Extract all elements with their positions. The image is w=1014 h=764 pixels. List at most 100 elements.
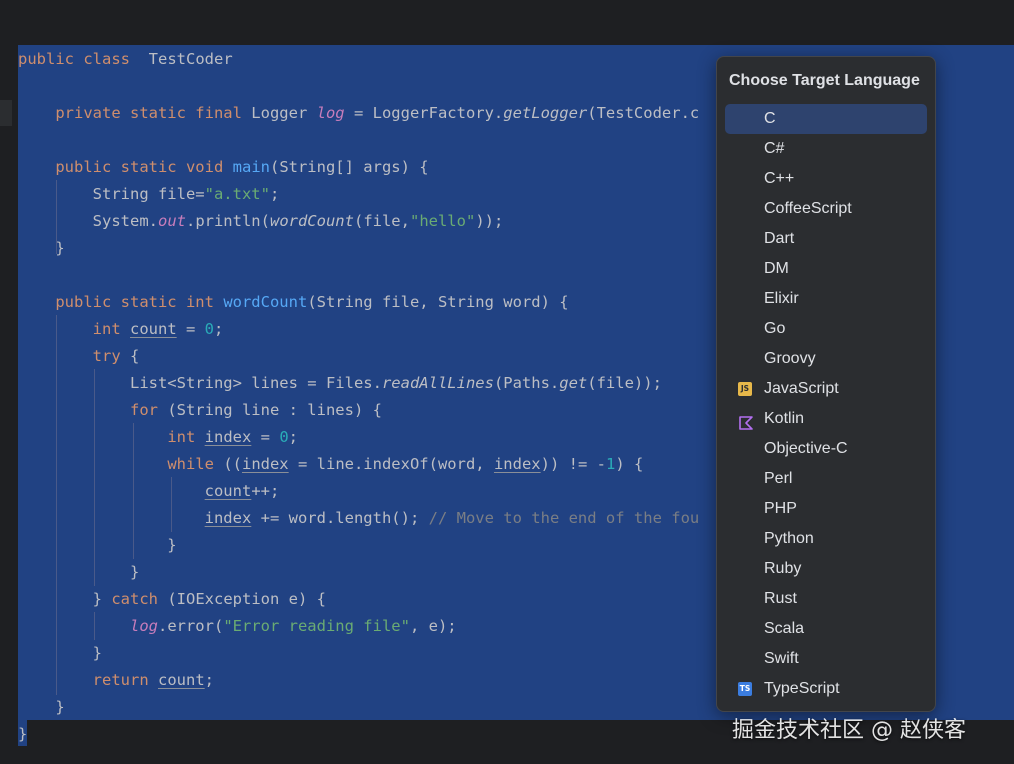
code-token: "Error reading file" — [223, 617, 410, 635]
code-token: } — [18, 590, 112, 608]
language-option-swift[interactable]: Swift — [725, 644, 927, 674]
javascript-icon: JS — [738, 382, 752, 396]
language-option-scala[interactable]: Scala — [725, 614, 927, 644]
code-token: ) { — [615, 455, 644, 473]
code-token: } — [18, 239, 65, 257]
code-token: index — [204, 509, 252, 527]
popup-title: Choose Target Language — [729, 72, 920, 89]
code-line[interactable]: } catch (IOException e) { — [18, 586, 699, 613]
language-option-go[interactable]: Go — [725, 314, 927, 344]
language-option-label: Rust — [764, 590, 797, 607]
code-token: String file= — [18, 185, 205, 203]
code-line[interactable]: } — [18, 640, 699, 667]
code-line[interactable]: public static int wordCount(String file,… — [18, 289, 699, 316]
code-token: .error( — [157, 617, 224, 635]
code-line[interactable] — [18, 262, 699, 289]
language-option-groovy[interactable]: Groovy — [725, 344, 927, 374]
language-option-c[interactable]: C++ — [725, 164, 927, 194]
code-line[interactable]: } — [18, 532, 699, 559]
language-option-c[interactable]: C — [725, 104, 927, 134]
language-option-dm[interactable]: DM — [725, 254, 927, 284]
code-line[interactable]: List<String> lines = Files.readAllLines(… — [18, 370, 699, 397]
language-option-objective-c[interactable]: Objective-C — [725, 434, 927, 464]
code-token: = LoggerFactory. — [344, 104, 504, 122]
code-token: int — [92, 320, 121, 338]
code-token: main — [232, 158, 270, 176]
gutter-current-line-marker — [0, 100, 12, 126]
language-option-c[interactable]: C# — [725, 134, 927, 164]
code-token: index — [493, 455, 541, 473]
language-option-kotlin[interactable]: Kotlin — [725, 404, 927, 434]
code-line[interactable]: public static void main(String[] args) { — [18, 154, 699, 181]
code-line[interactable]: } — [18, 721, 699, 748]
code-line[interactable]: index += word.length(); // Move to the e… — [18, 505, 700, 532]
code-token: wordCount — [269, 212, 354, 230]
code-line[interactable]: int index = 0; — [18, 424, 699, 451]
code-line[interactable]: } — [18, 694, 699, 721]
code-token: = line.indexOf(word, — [288, 455, 494, 473]
language-option-label: Scala — [764, 620, 805, 637]
code-token: // Move to the end of the fou — [428, 509, 700, 527]
language-option-javascript[interactable]: JS JavaScript — [725, 374, 927, 404]
code-line[interactable]: public class TestCoder — [18, 46, 699, 73]
choose-target-language-popup: Choose Target Language C C# C++ CoffeeScrip… — [716, 56, 936, 712]
code-line[interactable]: log.error("Error reading file", e); — [18, 613, 699, 640]
code-token: log — [316, 104, 345, 122]
language-option-python[interactable]: Python — [725, 524, 927, 554]
code-line[interactable]: int count = 0; — [18, 316, 699, 343]
code-token: getLogger — [503, 104, 588, 122]
language-option-ruby[interactable]: Ruby — [725, 554, 927, 584]
code-line[interactable]: System.out.println(wordCount(file,"hello… — [18, 208, 699, 235]
code-line[interactable]: try { — [18, 343, 699, 370]
code-token: (String line : lines) { — [157, 401, 382, 419]
code-token: .println( — [185, 212, 270, 230]
language-option-label: PHP — [764, 500, 797, 517]
code-editor[interactable]: public class TestCoder private static fi… — [18, 46, 699, 748]
code-line[interactable]: while ((index = line.indexOf(word, index… — [18, 451, 699, 478]
language-option-label: Groovy — [764, 350, 816, 367]
code-token: } — [18, 725, 28, 743]
code-line[interactable]: for (String line : lines) { — [18, 397, 699, 424]
code-line[interactable] — [18, 73, 699, 100]
code-token: (String file, String word) { — [307, 293, 569, 311]
language-option-dart[interactable]: Dart — [725, 224, 927, 254]
code-token: count — [204, 482, 252, 500]
code-line[interactable]: private static final Logger log = Logger… — [18, 100, 699, 127]
code-line[interactable]: } — [18, 235, 699, 262]
code-line[interactable]: } — [18, 559, 699, 586]
language-option-label: Perl — [764, 470, 793, 487]
language-option-coffeescript[interactable]: CoffeeScript — [725, 194, 927, 224]
language-option-typescript[interactable]: TS TypeScript — [725, 674, 927, 704]
code-line[interactable]: count++; — [18, 478, 699, 505]
language-option-label: DM — [764, 260, 789, 277]
code-line[interactable]: String file="a.txt"; — [18, 181, 699, 208]
language-option-label: C++ — [764, 170, 795, 187]
code-token: try — [92, 347, 121, 365]
language-option-elixir[interactable]: Elixir — [725, 284, 927, 314]
code-token: )); — [475, 212, 504, 230]
code-token: out — [157, 212, 186, 230]
code-line[interactable] — [18, 127, 699, 154]
language-option-label: Kotlin — [764, 410, 805, 427]
language-option-rust[interactable]: Rust — [725, 584, 927, 614]
code-token: while — [167, 455, 214, 473]
code-token: return — [92, 671, 149, 689]
code-line[interactable]: return count; — [18, 667, 699, 694]
language-option-label: Go — [764, 320, 786, 337]
language-option-php[interactable]: PHP — [725, 494, 927, 524]
code-token: System. — [18, 212, 158, 230]
language-option-perl[interactable]: Perl — [725, 464, 927, 494]
language-list: C C# C++ CoffeeScript Dart DM Elixir Go Groovy JS… — [725, 104, 927, 704]
code-token: "hello" — [409, 212, 476, 230]
code-token: (String[] args) { — [269, 158, 429, 176]
